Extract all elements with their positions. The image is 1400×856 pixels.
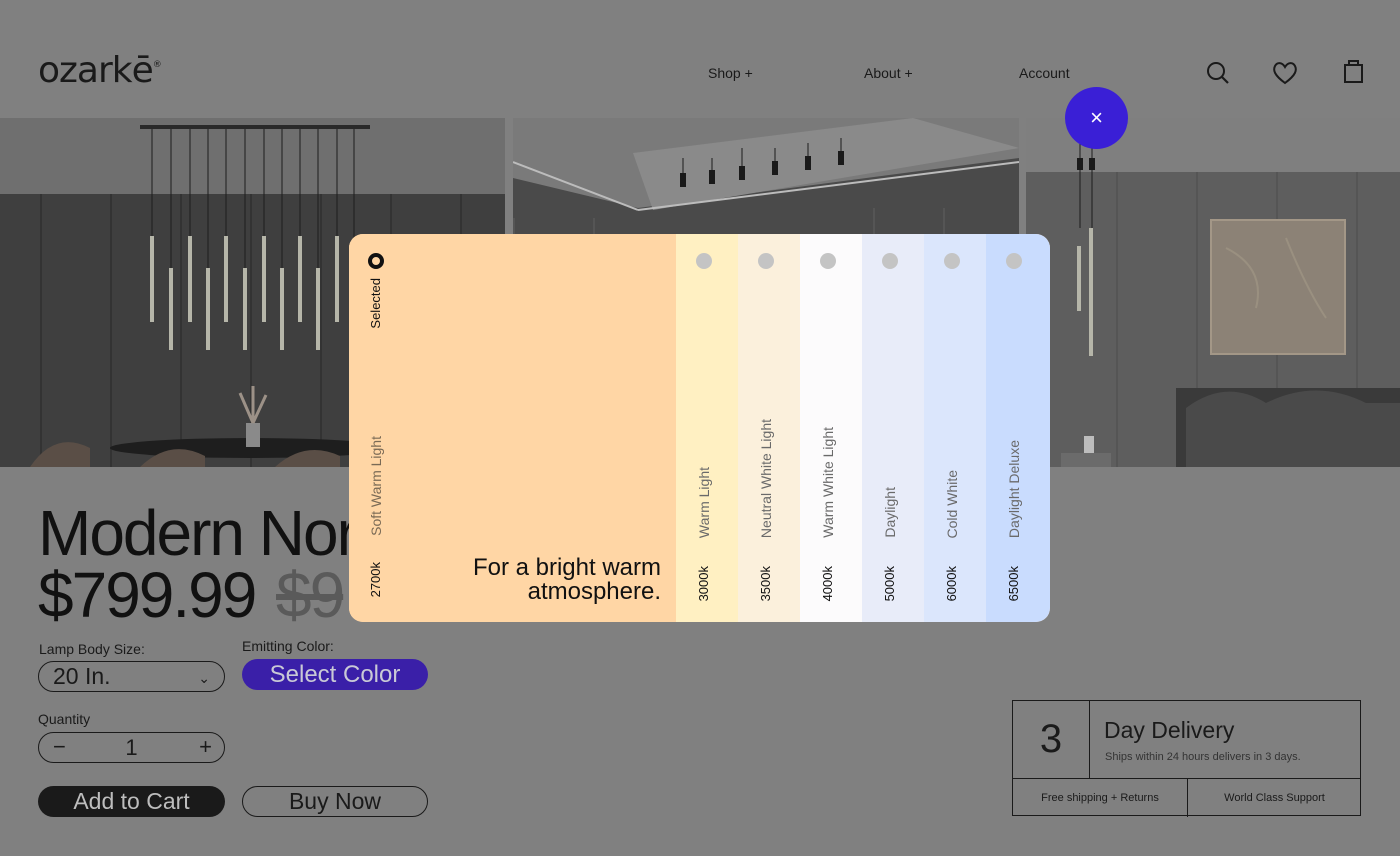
product-old-price: $9 [276,559,345,631]
size-value: 20 In. [53,663,111,689]
color-kelvin: 3000k [696,565,711,601]
radio-icon [758,253,774,269]
cart-icon[interactable] [1339,56,1369,86]
color-option-6000k[interactable]: Cold White 6000k [924,234,986,622]
color-name: Warm White Light [820,427,836,538]
delivery-title: Day Delivery [1104,717,1235,743]
select-color-button[interactable]: Select Color [242,659,428,690]
nav-account[interactable]: Account [1019,65,1070,81]
delivery-info: 3 Day Delivery Ships within 24 hours del… [1012,700,1361,817]
color-option-4000k[interactable]: Warm White Light 4000k [800,234,862,622]
selected-color-name: Soft Warm Light [368,436,384,536]
product-price: $799.99 [38,559,257,631]
quantity-value[interactable]: 1 [39,735,224,761]
quantity-label: Quantity [38,711,91,727]
color-kelvin: 6500k [1006,565,1021,601]
site-header: ozarkē® Shop + About + Account [0,0,1400,118]
color-option-6500k[interactable]: Daylight Deluxe 6500k [986,234,1050,622]
size-label: Lamp Body Size: [39,641,145,657]
color-name: Daylight Deluxe [1006,439,1022,538]
radio-icon [1006,253,1022,269]
size-select[interactable]: 20 In. ⌄ [38,661,225,692]
radio-selected-icon [368,253,384,269]
registered-mark: ® [152,60,162,70]
color-option-5000k[interactable]: Daylight 5000k [862,234,924,622]
radio-icon [944,253,960,269]
add-to-cart-button[interactable]: Add to Cart [38,786,225,817]
free-shipping-text: Free shipping + Returns [1041,792,1159,804]
delivery-subtitle: Ships within 24 hours delivers in 3 days… [1105,751,1301,763]
close-icon[interactable]: × [1065,87,1128,149]
search-icon[interactable] [1203,58,1233,88]
nav-shop[interactable]: Shop + [708,65,753,81]
color-kelvin: 3500k [758,565,773,601]
selected-color-description: For a bright warm atmosphere. [472,554,661,605]
color-kelvin: 5000k [882,565,897,601]
color-option-3500k[interactable]: Neutral White Light 3500k [738,234,800,622]
heart-icon[interactable] [1270,58,1300,88]
color-name: Neutral White Light [758,418,774,538]
radio-icon [696,253,712,269]
logo-text: ozarkē [38,50,154,91]
color-picker-modal: Selected Soft Warm Light 2700k For a bri… [349,234,1050,622]
color-label: Emitting Color: [242,638,334,654]
buy-now-button[interactable]: Buy Now [242,786,428,817]
nav-about[interactable]: About + [864,65,913,81]
support-text: World Class Support [1187,779,1361,817]
color-option-selected[interactable]: Selected Soft Warm Light 2700k For a bri… [349,234,676,622]
radio-icon [882,253,898,269]
color-option-3000k[interactable]: Warm Light 3000k [676,234,738,622]
chevron-down-icon: ⌄ [198,670,210,686]
gallery-image-bedroom[interactable] [1026,118,1400,467]
radio-icon [820,253,836,269]
logo[interactable]: ozarkē® [38,50,162,91]
color-name: Cold White [944,469,960,538]
delivery-features: Free shipping + Returns World Class Supp… [1013,778,1361,817]
color-name: Warm Light [696,466,712,538]
color-kelvin: 6000k [944,565,959,601]
color-name: Daylight [882,487,898,538]
color-kelvin: 4000k [820,565,835,601]
plus-icon[interactable]: + [199,734,212,760]
delivery-days: 3 [1013,701,1090,778]
selected-color-kelvin: 2700k [368,562,383,598]
quantity-stepper: − 1 + [38,732,225,763]
selected-label: Selected [368,278,383,329]
